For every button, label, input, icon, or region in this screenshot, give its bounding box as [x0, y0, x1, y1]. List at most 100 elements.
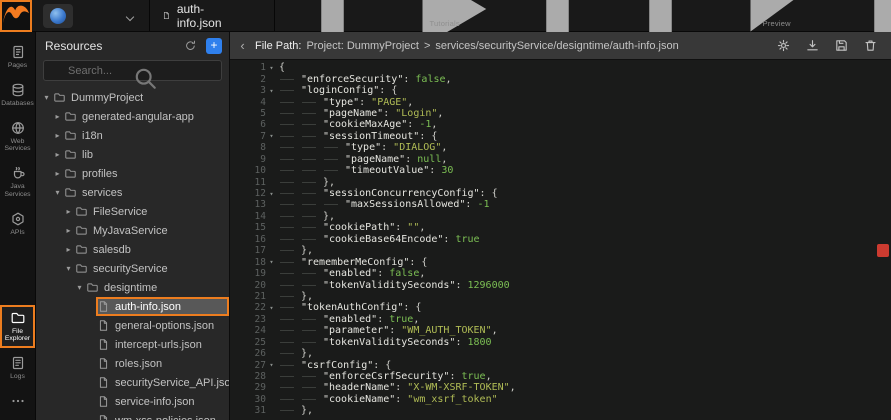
line-number: 3	[230, 85, 266, 96]
tree-item-service-info-json[interactable]: service-info.json	[36, 392, 229, 411]
sidebar-item-apis[interactable]: APIs	[0, 206, 35, 242]
indent-guide	[279, 258, 301, 266]
tree-item-label: wm-xss-policies.json	[115, 415, 216, 420]
sidebar-item-databases[interactable]: Databases	[0, 77, 35, 113]
tree-item-designtime[interactable]: ▾designtime	[36, 278, 229, 297]
tree-item-label: securityService	[93, 263, 168, 275]
indent-guide	[279, 349, 301, 357]
sidebar-item-logs[interactable]: Logs	[0, 350, 35, 386]
tree-item-securityservice[interactable]: ▾securityService	[36, 259, 229, 278]
tree-item-generated-angular-app[interactable]: ▸generated-angular-app	[36, 107, 229, 126]
file-icon	[162, 9, 171, 22]
tree-item-label: i18n	[82, 130, 103, 142]
sidebar-item-java-services[interactable]: Java Services	[0, 160, 35, 204]
sidebar-item-more[interactable]	[0, 388, 35, 414]
tutorials-button[interactable]: Tutorials	[295, 3, 595, 28]
code-line-30: 30"cookieName": "wm_xsrf_token"	[230, 394, 891, 405]
preview-button[interactable]: Preview	[623, 3, 891, 28]
fold-caret-icon[interactable]: ▾	[266, 258, 277, 266]
tree-item-i18n[interactable]: ▸i18n	[36, 126, 229, 145]
project-avatar[interactable]	[43, 4, 73, 28]
folder-icon	[64, 167, 77, 180]
line-number: 15	[230, 222, 266, 233]
fold-caret-icon[interactable]: ▾	[266, 87, 277, 95]
line-number: 30	[230, 394, 266, 405]
save-file-button[interactable]	[834, 38, 849, 53]
indent-guide	[279, 109, 301, 117]
indent-guide	[279, 269, 301, 277]
fold-caret-icon[interactable]: ▾	[266, 304, 277, 312]
left-sidebar: Pages DatabasesWeb Services Java Services A…	[0, 32, 36, 420]
indent-guide	[301, 109, 323, 117]
tree-item-lib[interactable]: ▸lib	[36, 145, 229, 164]
line-number: 21	[230, 291, 266, 302]
line-number: 14	[230, 211, 266, 222]
sidebar-item-web-services[interactable]: Web Services	[0, 115, 35, 159]
editor-settings-button[interactable]	[776, 38, 791, 53]
sidebar-item-pages[interactable]: Pages	[0, 39, 35, 75]
tree-item-myjavaservice[interactable]: ▸MyJavaService	[36, 221, 229, 240]
indent-guide	[279, 178, 301, 186]
databases-icon	[10, 82, 26, 98]
add-resource-button[interactable]: +	[206, 38, 222, 54]
tree-item-wm-xss-policies-json[interactable]: wm-xss-policies.json	[36, 411, 229, 420]
code-line-4: 4"type": "PAGE",	[230, 96, 891, 107]
code-editor[interactable]: 1▾{2"enforceSecurity": false,3▾"loginCon…	[230, 60, 891, 420]
sidebar-item-label: Pages	[8, 62, 27, 70]
caret-right-icon: ▸	[52, 150, 63, 159]
refresh-button[interactable]	[184, 39, 197, 52]
tree-item-salesdb[interactable]: ▸salesdb	[36, 240, 229, 259]
resources-title: Resources	[45, 39, 175, 53]
indent-guide	[279, 292, 301, 300]
indent-guide	[323, 200, 345, 208]
file-path-project: Project: DummyProject	[306, 40, 418, 52]
tree-item-intercept-urls-json[interactable]: intercept-urls.json	[36, 335, 229, 354]
code-line-2: 2"enforceSecurity": false,	[230, 73, 891, 84]
indent-guide	[301, 212, 323, 220]
download-file-button[interactable]	[805, 38, 820, 53]
fold-caret-icon[interactable]: ▾	[266, 132, 277, 140]
tree-item-label: salesdb	[93, 244, 131, 256]
code-line-5: 5"pageName": "Login",	[230, 108, 891, 119]
tree-item-label: auth-info.json	[115, 301, 181, 313]
tree-item-securityservice-api-json[interactable]: securityService_API.json	[36, 373, 229, 392]
tree-item-roles-json[interactable]: roles.json	[36, 354, 229, 373]
indent-guide	[279, 361, 301, 369]
line-number: 7	[230, 131, 266, 142]
project-avatar-icon	[50, 8, 66, 24]
code-line-14: 14},	[230, 211, 891, 222]
file-icon	[97, 376, 110, 389]
folder-icon	[75, 224, 88, 237]
tree-item-label: services	[82, 187, 122, 199]
tree-item-services[interactable]: ▾services	[36, 183, 229, 202]
indent-guide	[279, 315, 301, 323]
red-edge-marker[interactable]	[877, 244, 889, 257]
code-lines: 1▾{2"enforceSecurity": false,3▾"loginCon…	[230, 62, 891, 417]
line-number: 27	[230, 360, 266, 371]
fold-caret-icon[interactable]: ▾	[266, 64, 277, 72]
tree-item-label: DummyProject	[71, 92, 143, 104]
fold-caret-icon[interactable]: ▾	[266, 190, 277, 198]
file-actions	[776, 38, 878, 53]
tree-item-profiles[interactable]: ▸profiles	[36, 164, 229, 183]
caret-right-icon: ▸	[52, 169, 63, 178]
project-switcher-button[interactable]	[123, 4, 137, 27]
indent-guide	[323, 143, 345, 151]
indent-guide	[301, 98, 323, 106]
file-path-value: services/securityService/designtime/auth…	[435, 40, 678, 52]
delete-file-button[interactable]	[863, 38, 878, 53]
wavemaker-logo[interactable]	[0, 0, 32, 32]
folder-icon	[75, 243, 88, 256]
open-file-tab[interactable]: auth-info.json	[152, 0, 236, 32]
sidebar-item-file-explorer[interactable]: File Explorer	[0, 305, 35, 349]
sidebar-item-label: Java Services	[1, 183, 34, 199]
tree-item-fileservice[interactable]: ▸FileService	[36, 202, 229, 221]
line-number: 28	[230, 371, 266, 382]
line-number: 23	[230, 314, 266, 325]
indent-guide	[301, 315, 323, 323]
tree-item-general-options-json[interactable]: general-options.json	[36, 316, 229, 335]
collapse-panel-button[interactable]: ‹	[235, 39, 250, 52]
tree-item-auth-info-json[interactable]: auth-info.json	[36, 297, 229, 316]
fold-caret-icon[interactable]: ▾	[266, 361, 277, 369]
tree-item-label: roles.json	[115, 358, 162, 370]
